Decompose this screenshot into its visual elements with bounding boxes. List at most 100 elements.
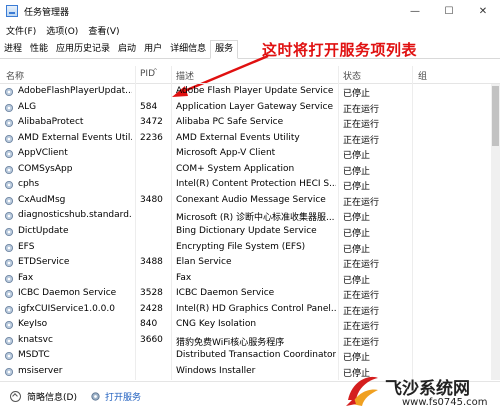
table-row[interactable]: CxAudMsg 3480 Conexant Audio Message Servi… <box>0 193 492 209</box>
service-pid: 3660 <box>140 334 163 345</box>
task-manager-icon <box>6 5 18 17</box>
service-gear-icon <box>4 352 14 361</box>
table-row[interactable]: ALG 584 Application Layer Gateway Service 正… <box>0 100 492 116</box>
service-gear-icon <box>4 290 14 299</box>
tab-services[interactable]: 服务 <box>210 40 239 59</box>
table-row[interactable]: AMD External Events Util... 2236 AMD Exter… <box>0 131 492 147</box>
column-header: 名称 PID 描述 状态 组 ⌃ <box>0 66 500 84</box>
service-status: 已停止 <box>343 166 371 177</box>
table-row[interactable]: knatsvc 3660 猎豹免费WiFi核心服务程序 正在运行 <box>0 333 492 349</box>
service-gear-icon <box>4 181 14 190</box>
service-status: 已停止 <box>343 275 371 286</box>
service-name: AdobeFlashPlayerUpdat... <box>18 86 132 96</box>
tab-strip: 进程 性能 应用历史记录 启动 用户 详细信息 服务 <box>0 40 500 59</box>
table-row[interactable]: ETDService 3488 Elan Service 正在运行 <box>0 255 492 271</box>
fewer-details-label: 简略信息(D) <box>27 393 77 403</box>
column-status[interactable]: 状态 <box>343 69 361 82</box>
service-status: 正在运行 <box>343 104 380 115</box>
watermark-url: www.fs0745.com <box>402 397 488 408</box>
service-description: Windows Installer <box>176 365 256 376</box>
service-gear-icon <box>4 321 14 330</box>
service-name: msiserver <box>18 365 63 376</box>
minimize-button[interactable]: — <box>398 0 432 22</box>
service-status: 正在运行 <box>343 306 380 317</box>
table-row[interactable]: cphs Intel(R) Content Protection HECI S..… <box>0 177 492 193</box>
maximize-button[interactable]: ☐ <box>432 0 466 22</box>
service-status: 已停止 <box>343 89 371 99</box>
table-row[interactable]: igfxCUIService1.0.0.0 2428 Intel(R) HD Gra… <box>0 302 492 318</box>
close-button[interactable]: ✕ <box>466 0 500 22</box>
table-row[interactable]: AdobeFlashPlayerUpdat... Adobe Flash Play… <box>0 84 492 100</box>
table-row[interactable]: DictUpdate Bing Dictionary Update Service… <box>0 224 492 240</box>
service-name: ETDService <box>18 257 70 268</box>
table-row[interactable]: Fax Fax 已停止 <box>0 271 492 287</box>
watermark: 飞沙系统网 www.fs0745.com <box>342 364 500 416</box>
watermark-brand: 飞沙系统网 <box>385 379 470 399</box>
service-status: 正在运行 <box>343 135 380 146</box>
table-row[interactable]: AlibabaProtect 3472 Alibaba PC Safe Servic… <box>0 115 492 131</box>
menu-bar: 文件(F) 选项(O) 查看(V) <box>0 22 500 38</box>
table-row[interactable]: ICBC Daemon Service 3528 ICBC Daemon Servi… <box>0 286 492 302</box>
column-name[interactable]: 名称 <box>6 69 24 82</box>
table-row[interactable]: AppVClient Microsoft App-V Client 已停止 <box>0 146 492 162</box>
service-name: knatsvc <box>18 334 53 345</box>
service-pid: 3488 <box>140 257 163 268</box>
table-row[interactable]: diagnosticshub.standard... Microsoft (R) … <box>0 208 492 224</box>
service-gear-icon <box>4 212 14 221</box>
service-pid: 3472 <box>140 117 163 128</box>
tab-users[interactable]: 用户 <box>140 41 166 58</box>
tab-app-history[interactable]: 应用历史记录 <box>52 41 114 58</box>
service-pid: 840 <box>140 319 158 330</box>
service-status: 已停止 <box>343 244 371 255</box>
service-gear-icon <box>4 227 14 236</box>
service-description: 猎豹免费WiFi核心服务程序 <box>176 337 285 348</box>
service-description: Alibaba PC Safe Service <box>176 117 284 128</box>
fewer-details-button[interactable]: 简略信息(D) <box>10 390 77 403</box>
service-gear-icon <box>4 87 14 97</box>
service-gear-icon <box>4 196 14 205</box>
menu-file[interactable]: 文件(F) <box>6 24 36 37</box>
table-row[interactable]: MSDTC Distributed Transaction Coordinator… <box>0 348 492 364</box>
service-status: 正在运行 <box>343 322 380 333</box>
tab-processes[interactable]: 进程 <box>0 41 26 58</box>
service-description: Intel(R) HD Graphics Control Panel... <box>176 303 336 314</box>
service-name: cphs <box>18 179 40 190</box>
service-status: 正在运行 <box>343 291 380 302</box>
service-status: 正在运行 <box>343 260 380 271</box>
service-gear-icon <box>4 150 14 159</box>
scrollbar-thumb[interactable] <box>492 86 499 146</box>
service-name: Fax <box>18 272 34 283</box>
service-pid: 584 <box>140 101 158 112</box>
sort-chevron-icon: ⌃ <box>152 67 159 76</box>
vertical-scrollbar[interactable] <box>491 84 500 380</box>
service-name: ALG <box>18 101 37 112</box>
menu-options[interactable]: 选项(O) <box>46 24 78 37</box>
service-status: 已停止 <box>343 353 371 364</box>
service-description: CNG Key Isolation <box>176 319 257 330</box>
service-pid: 2236 <box>140 132 163 143</box>
service-pid: 3480 <box>140 194 163 205</box>
menu-view[interactable]: 查看(V) <box>88 24 119 37</box>
service-name: DictUpdate <box>18 225 69 236</box>
column-description[interactable]: 描述 <box>176 69 194 82</box>
service-description: Microsoft App-V Client <box>176 148 276 159</box>
service-description: Encrypting File System (EFS) <box>176 241 306 252</box>
tab-startup[interactable]: 启动 <box>114 41 140 58</box>
table-row[interactable]: EFS Encrypting File System (EFS) 已停止 <box>0 240 492 256</box>
tab-performance[interactable]: 性能 <box>26 41 52 58</box>
column-group[interactable]: 组 <box>418 69 427 82</box>
service-name: AlibabaProtect <box>18 117 84 128</box>
service-status: 正在运行 <box>343 197 380 208</box>
title-bar: 任务管理器 — ☐ ✕ <box>0 0 500 22</box>
open-services-link[interactable]: 打开服务 <box>90 390 141 403</box>
tab-details[interactable]: 详细信息 <box>166 41 210 58</box>
service-status: 已停止 <box>343 151 371 162</box>
services-list: AdobeFlashPlayerUpdat... Adobe Flash Play… <box>0 84 500 380</box>
service-pid: 2428 <box>140 303 163 314</box>
gear-icon <box>91 392 100 401</box>
table-row[interactable]: KeyIso 840 CNG Key Isolation 正在运行 <box>0 317 492 333</box>
service-name: ICBC Daemon Service <box>18 288 117 299</box>
table-row[interactable]: COMSysApp COM+ System Application 已停止 <box>0 162 492 178</box>
service-description: Bing Dictionary Update Service <box>176 225 317 236</box>
annotation-text: 这时将打开服务项列表 <box>262 41 418 59</box>
